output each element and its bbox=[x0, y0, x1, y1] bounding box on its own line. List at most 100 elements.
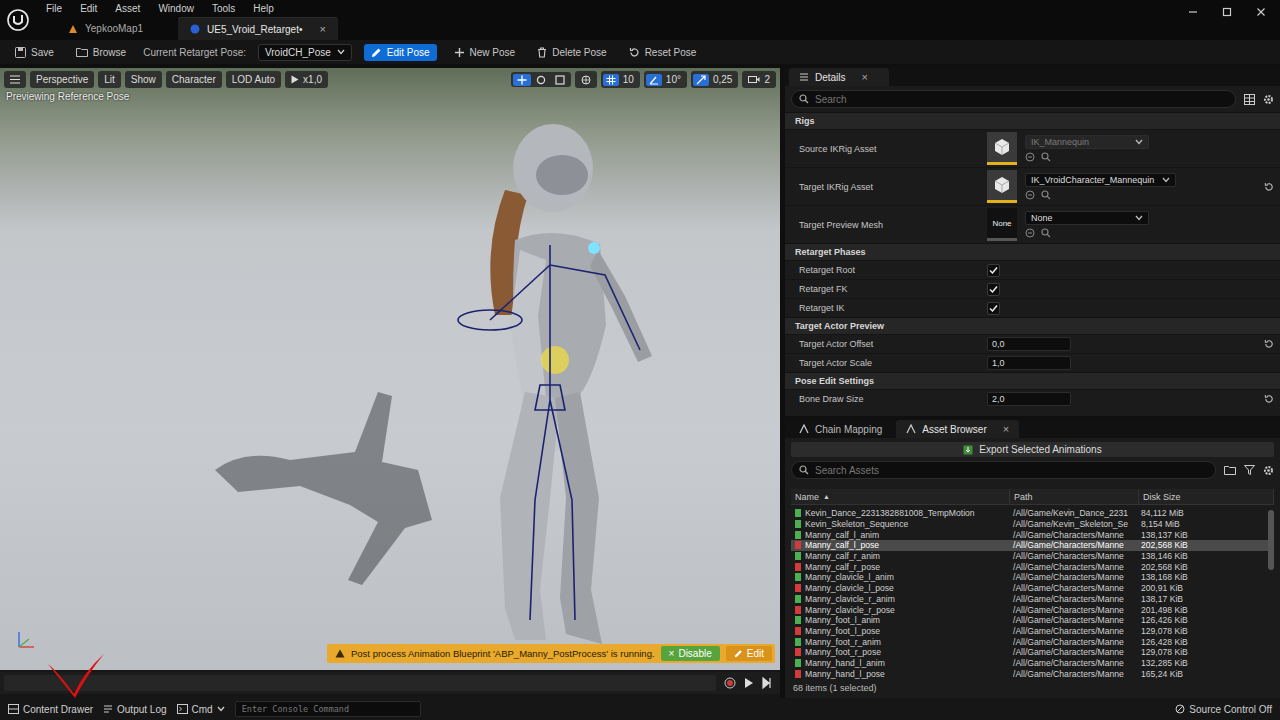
viewport-option-button[interactable]: LOD Auto bbox=[226, 71, 281, 88]
tab-close-button[interactable]: × bbox=[319, 23, 325, 35]
browse-asset-icon[interactable] bbox=[1041, 152, 1051, 162]
checkbox[interactable] bbox=[987, 302, 1000, 315]
record-icon[interactable] bbox=[724, 677, 736, 689]
pose-button[interactable]: Delete Pose bbox=[532, 45, 611, 60]
checkbox[interactable] bbox=[987, 264, 1000, 277]
asset-thumbnail[interactable]: None bbox=[987, 208, 1017, 241]
table-row[interactable]: Manny_foot_r_anim /All/Game/Characters/M… bbox=[791, 636, 1268, 647]
settings-gear-icon[interactable] bbox=[1263, 94, 1274, 105]
table-view-icon[interactable] bbox=[1244, 94, 1255, 105]
table-row[interactable]: Manny_calf_r_anim /All/Game/Characters/M… bbox=[791, 551, 1268, 562]
asset-picker-dropdown[interactable]: None bbox=[1025, 211, 1149, 225]
pose-button[interactable]: Edit Pose bbox=[364, 44, 437, 61]
asset-search-field[interactable] bbox=[791, 461, 1216, 479]
retarget-pose-dropdown[interactable]: VroidCH_Pose bbox=[258, 44, 352, 61]
table-row[interactable]: Manny_clavicle_l_pose /All/Game/Characte… bbox=[791, 583, 1268, 594]
save-button[interactable]: Save bbox=[10, 45, 59, 60]
coordinate-space-button[interactable] bbox=[575, 71, 597, 88]
transform-mode-button[interactable] bbox=[551, 74, 569, 86]
table-row[interactable]: Manny_foot_l_pose /All/Game/Characters/M… bbox=[791, 626, 1268, 637]
column-header[interactable]: Disk Size bbox=[1139, 489, 1274, 504]
menu-item[interactable]: Edit bbox=[80, 3, 97, 14]
details-section-header[interactable]: Retarget Phases bbox=[785, 243, 1280, 260]
menu-item[interactable]: Help bbox=[253, 3, 274, 14]
viewport-option-button[interactable]: Show bbox=[125, 71, 162, 88]
details-section-header[interactable]: Rigs bbox=[785, 112, 1280, 129]
viewport-option-button[interactable]: Perspective bbox=[30, 71, 94, 88]
details-search-field[interactable] bbox=[791, 90, 1236, 108]
source-control-button[interactable]: Source Control Off bbox=[1175, 704, 1272, 715]
number-field[interactable]: 2,0 bbox=[987, 392, 1071, 406]
table-row[interactable]: Manny_calf_r_pose /All/Game/Characters/M… bbox=[791, 561, 1268, 572]
asset-picker-dropdown[interactable]: IK_VroidCharacter_Mannequin bbox=[1025, 173, 1176, 187]
table-row[interactable]: Manny_hand_l_anim /All/Game/Characters/M… bbox=[791, 658, 1268, 669]
tab-close-button[interactable]: × bbox=[862, 71, 868, 83]
timeline-bar[interactable] bbox=[0, 672, 780, 694]
snap-button[interactable]: 0,25 bbox=[691, 71, 738, 88]
snap-button[interactable]: 10 bbox=[601, 71, 640, 88]
snap-toggle[interactable] bbox=[603, 74, 619, 86]
menu-item[interactable]: Tools bbox=[212, 3, 235, 14]
table-row[interactable]: Manny_hand_l_pose /All/Game/Characters/M… bbox=[791, 668, 1268, 679]
pose-button[interactable]: New Pose bbox=[449, 45, 521, 60]
search-input[interactable] bbox=[815, 465, 1208, 476]
edit-button[interactable]: Edit bbox=[726, 646, 772, 661]
browse-asset-icon[interactable] bbox=[1041, 190, 1051, 200]
maximize-icon[interactable] bbox=[1222, 7, 1232, 17]
asset-picker-dropdown[interactable]: IK_Mannequin bbox=[1025, 135, 1149, 149]
column-header[interactable]: Path bbox=[1010, 489, 1139, 504]
table-row[interactable]: Manny_clavicle_r_pose /All/Game/Characte… bbox=[791, 604, 1268, 615]
asset-thumbnail[interactable] bbox=[987, 170, 1017, 203]
use-selected-icon[interactable] bbox=[1025, 190, 1035, 200]
browse-asset-icon[interactable] bbox=[1041, 228, 1051, 238]
snap-toggle[interactable] bbox=[646, 74, 662, 86]
table-row[interactable]: Manny_calf_l_pose /All/Game/Characters/M… bbox=[791, 540, 1268, 551]
settings-gear-icon[interactable] bbox=[1263, 465, 1274, 476]
menu-item[interactable]: Asset bbox=[115, 3, 140, 14]
viewport-option-button[interactable]: Character bbox=[166, 71, 222, 88]
details-section-header[interactable]: Pose Edit Settings bbox=[785, 372, 1280, 389]
pose-button[interactable]: Reset Pose bbox=[624, 45, 702, 60]
filter-icon[interactable] bbox=[1244, 465, 1255, 475]
timeline-track[interactable] bbox=[4, 675, 716, 691]
tab-close-button[interactable]: × bbox=[1003, 423, 1009, 435]
transform-mode-button[interactable] bbox=[513, 74, 531, 86]
document-tab[interactable]: YepkooMap1 bbox=[56, 17, 170, 40]
table-row[interactable]: Kevin_Skeleton_Sequence /All/Game/Kevin_… bbox=[791, 519, 1268, 530]
panel-tab[interactable]: Chain Mapping bbox=[789, 420, 892, 438]
output-log-button[interactable]: Output Log bbox=[103, 704, 166, 715]
use-selected-icon[interactable] bbox=[1025, 228, 1035, 238]
number-field[interactable]: 0,0 bbox=[987, 337, 1071, 351]
browse-button[interactable]: Browse bbox=[71, 45, 131, 60]
viewport-menu-button[interactable] bbox=[4, 71, 26, 88]
camera-speed-button[interactable]: 2 bbox=[742, 71, 776, 88]
unreal-logo-icon[interactable] bbox=[0, 0, 36, 40]
scrollbar[interactable] bbox=[1268, 508, 1274, 679]
table-row[interactable]: Manny_calf_l_anim /All/Game/Characters/M… bbox=[791, 529, 1268, 540]
minimize-icon[interactable] bbox=[1188, 7, 1198, 17]
asset-thumbnail[interactable] bbox=[987, 132, 1017, 165]
details-section-header[interactable]: Target Actor Preview bbox=[785, 317, 1280, 334]
transform-mode-button[interactable] bbox=[532, 74, 550, 86]
column-header[interactable]: Name▲ bbox=[791, 489, 1010, 504]
snap-button[interactable]: 10° bbox=[644, 71, 687, 88]
content-drawer-button[interactable]: Content Drawer bbox=[8, 704, 93, 715]
reset-to-default-icon[interactable] bbox=[1264, 339, 1274, 349]
viewport-option-button[interactable]: Lit bbox=[98, 71, 121, 88]
viewport[interactable]: PerspectiveLitShowCharacterLOD Auto x1,0… bbox=[0, 68, 780, 670]
table-row[interactable]: Manny_foot_r_pose /All/Game/Characters/M… bbox=[791, 647, 1268, 658]
number-field[interactable]: 1,0 bbox=[987, 356, 1071, 370]
play-rate-button[interactable]: x1,0 bbox=[285, 71, 328, 88]
table-row[interactable]: Manny_clavicle_l_anim /All/Game/Characte… bbox=[791, 572, 1268, 583]
reset-to-default-icon[interactable] bbox=[1264, 394, 1274, 404]
table-row[interactable]: Manny_foot_l_anim /All/Game/Characters/M… bbox=[791, 615, 1268, 626]
export-animations-button[interactable]: Export Selected Animations bbox=[791, 442, 1274, 457]
folder-icon[interactable] bbox=[1224, 465, 1236, 475]
disable-button[interactable]: ×Disable bbox=[661, 646, 720, 661]
cmd-dropdown[interactable]: Cmd bbox=[177, 704, 225, 715]
menu-item[interactable]: File bbox=[46, 3, 62, 14]
step-forward-icon[interactable] bbox=[762, 677, 772, 689]
checkbox[interactable] bbox=[987, 283, 1000, 296]
reset-to-default-icon[interactable] bbox=[1264, 182, 1274, 192]
details-tab[interactable]: Details × bbox=[789, 68, 889, 86]
